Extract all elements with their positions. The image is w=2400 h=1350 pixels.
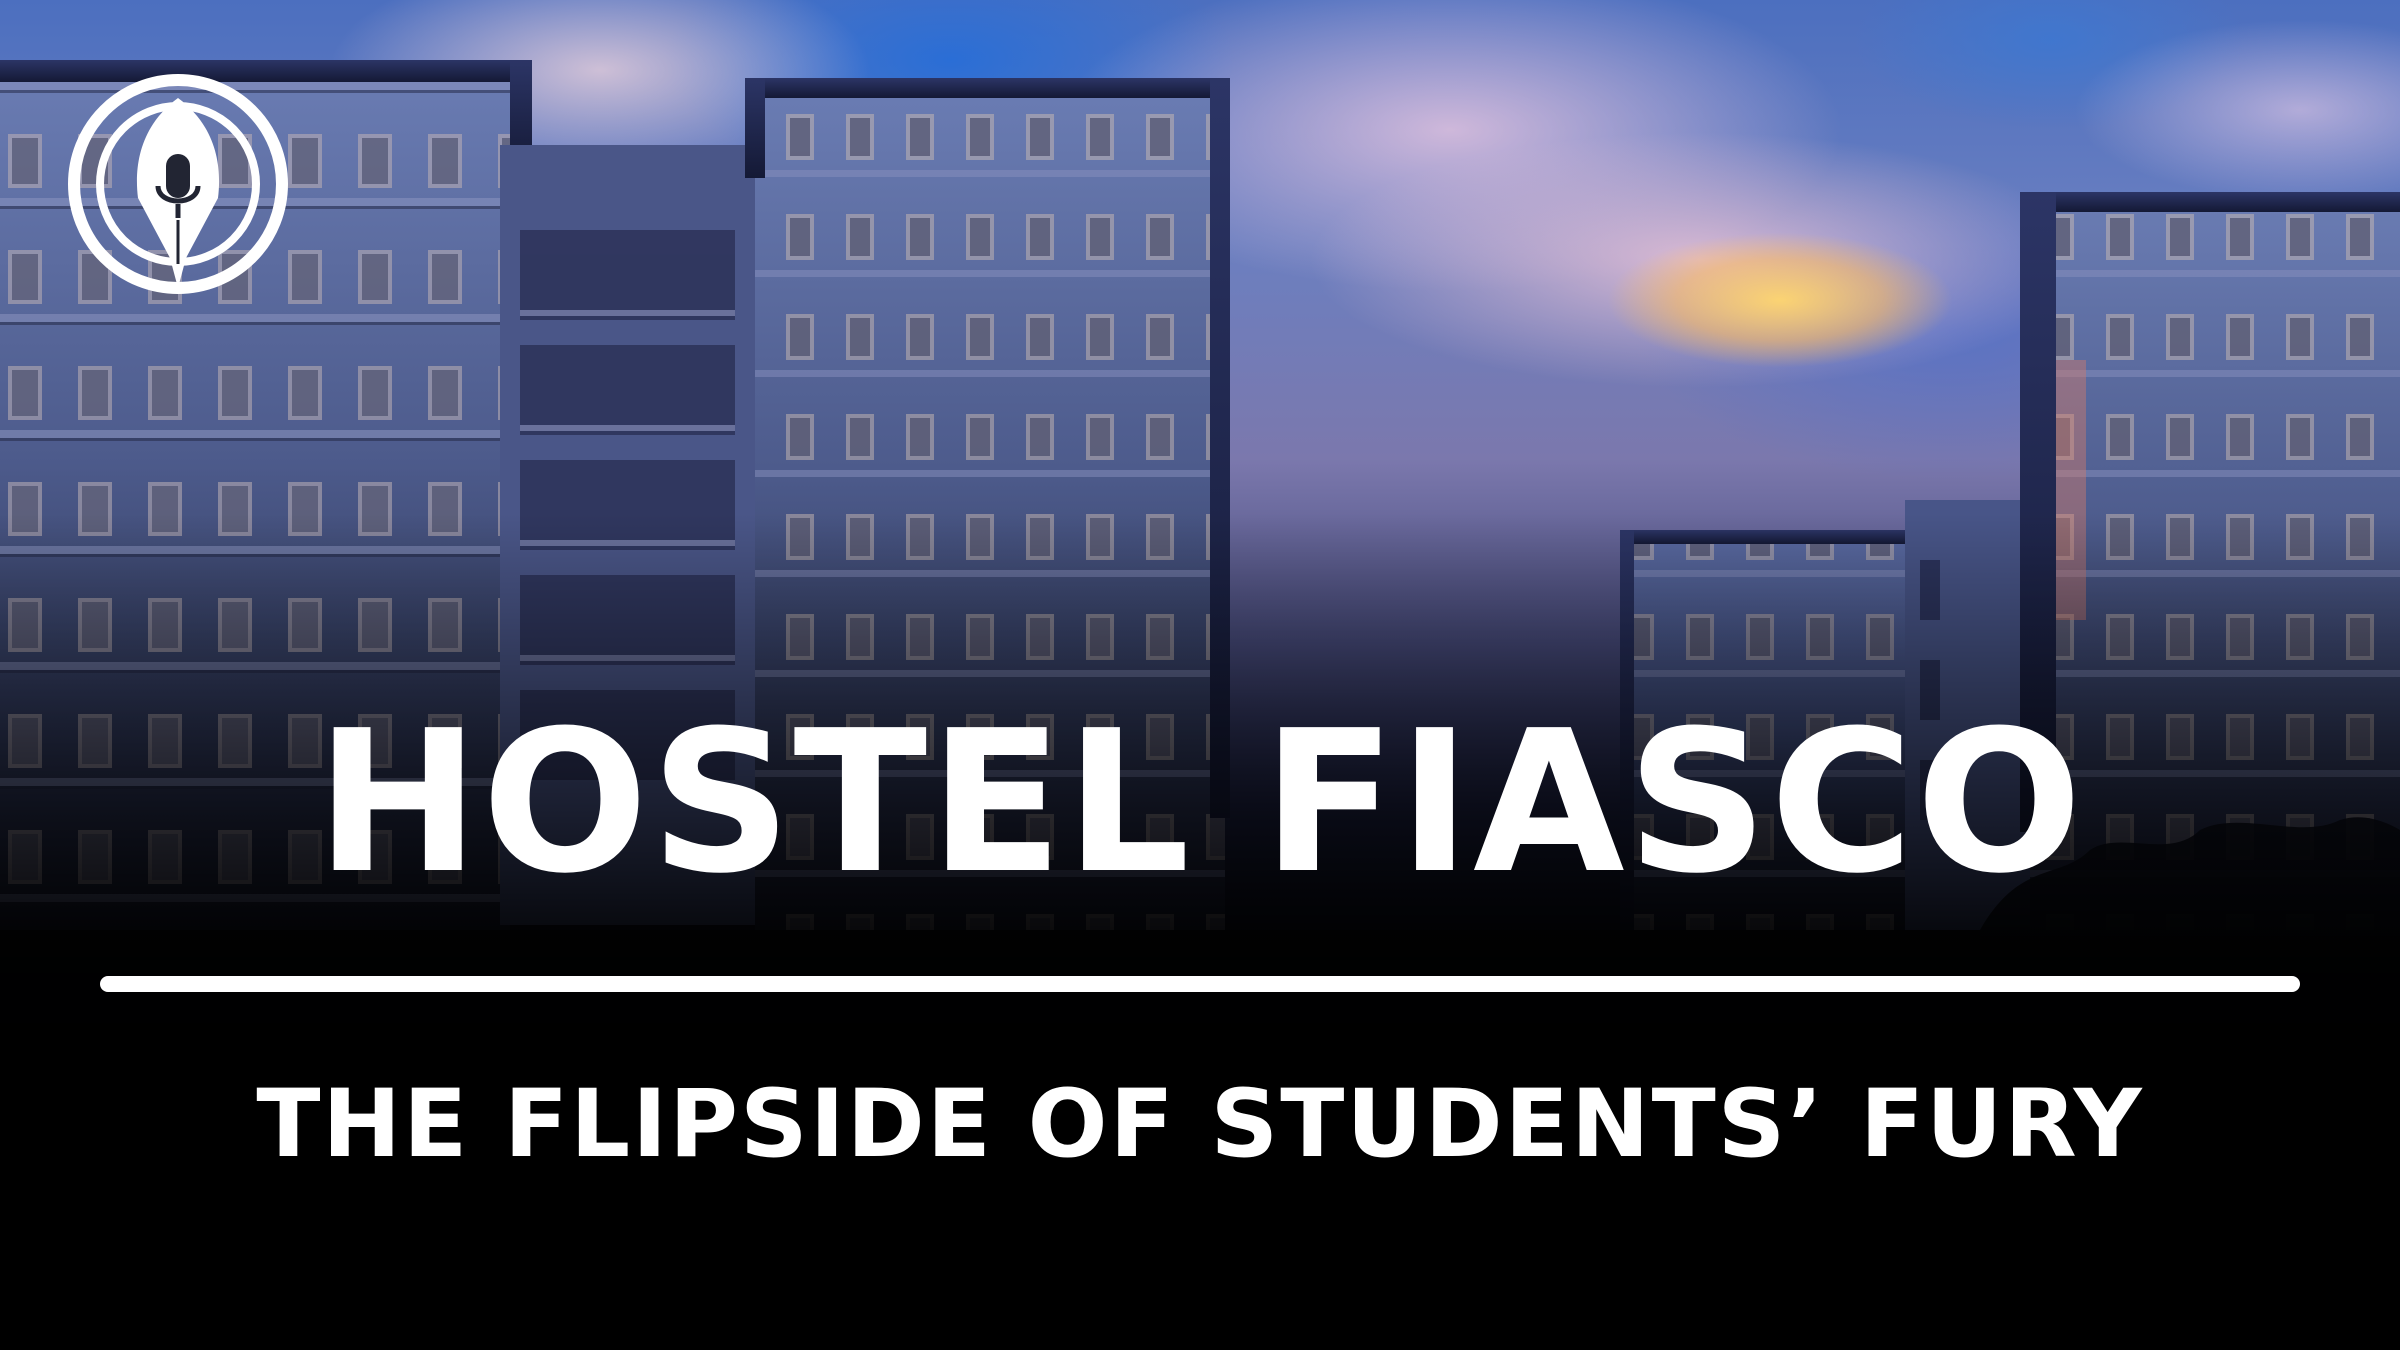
video-subtitle: THE FLIPSIDE OF STUDENTS’ FURY [256,1070,2144,1179]
pen-nib-microphone-icon [68,74,288,294]
thumbnail: HOSTEL FIASCO THE FLIPSIDE OF STUDENTS’ … [0,0,2400,1350]
title-divider [100,976,2300,992]
video-title: HOSTEL FIASCO [315,689,2085,917]
